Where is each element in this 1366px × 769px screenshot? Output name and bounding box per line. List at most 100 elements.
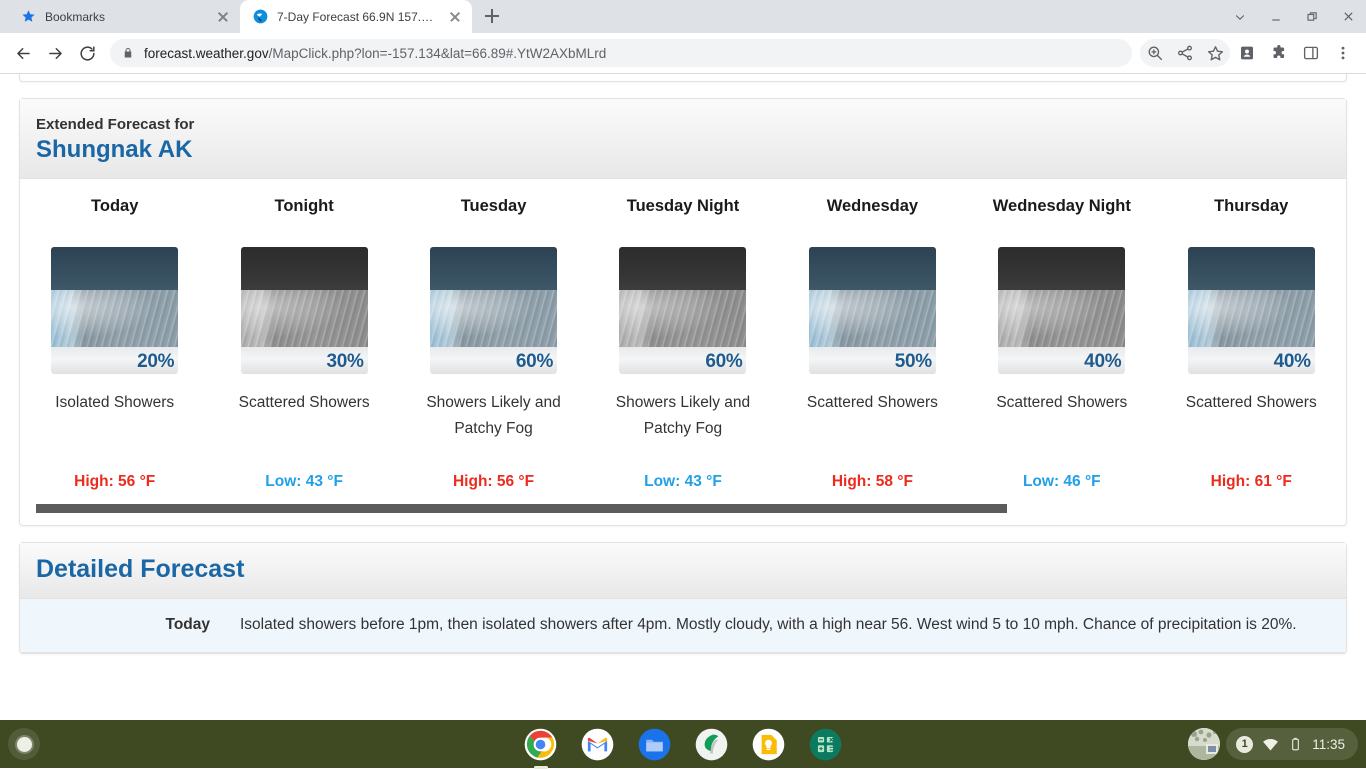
- weather-icon: 50%: [809, 247, 936, 374]
- extensions-icon[interactable]: [1264, 38, 1294, 68]
- tab-forecast[interactable]: 7-Day Forecast 66.9N 157.11W: [240, 0, 472, 33]
- spacer: [19, 82, 1347, 98]
- side-panel-icon[interactable]: [1296, 38, 1326, 68]
- forecast-temperature: Low: 43 °F: [644, 472, 722, 492]
- extended-forecast-subtitle: Extended Forecast for: [36, 113, 1330, 136]
- weather-icon: 60%: [619, 247, 746, 374]
- browser-toolbar: forecast.weather.gov/MapClick.php?lon=-1…: [0, 33, 1366, 74]
- scrollbar-track[interactable]: [36, 504, 1330, 513]
- bookmark-star-icon[interactable]: [1200, 38, 1230, 68]
- address-bar[interactable]: forecast.weather.gov/MapClick.php?lon=-1…: [110, 39, 1132, 67]
- star-icon: [20, 9, 36, 25]
- weather-icon: 20%: [51, 247, 178, 374]
- wifi-icon[interactable]: [1262, 736, 1279, 753]
- clock[interactable]: 11:35: [1312, 737, 1345, 752]
- forecast-description: Isolated Showers: [55, 390, 174, 468]
- reload-icon[interactable]: [72, 38, 102, 68]
- extended-forecast-header: Extended Forecast for Shungnak AK: [20, 99, 1346, 179]
- precip-percent: 40%: [1274, 349, 1311, 374]
- page-viewport[interactable]: Extended Forecast for Shungnak AK Today …: [0, 74, 1366, 720]
- chevron-down-icon[interactable]: [1222, 0, 1258, 33]
- gmail-icon[interactable]: [581, 728, 614, 761]
- launcher-button[interactable]: [8, 728, 40, 760]
- reading-mode-icon[interactable]: [1232, 38, 1262, 68]
- tab-title: Bookmarks: [45, 10, 206, 24]
- tab-bookmarks[interactable]: Bookmarks: [8, 0, 240, 33]
- extended-forecast-panel: Extended Forecast for Shungnak AK Today …: [19, 98, 1347, 526]
- forecast-day-label: Thursday: [1214, 193, 1288, 245]
- weather-icon: 40%: [998, 247, 1125, 374]
- chrome-icon[interactable]: [524, 728, 557, 761]
- detailed-forecast-title: Detailed Forecast: [36, 555, 1330, 584]
- minimize-icon[interactable]: [1258, 0, 1294, 33]
- forecast-day-label: Wednesday Night: [993, 193, 1131, 245]
- chrome-menu-icon[interactable]: [1328, 38, 1358, 68]
- omnibox-actions: [1140, 39, 1230, 67]
- shelf-apps: [524, 728, 842, 761]
- clipped-panel-above: [19, 74, 1347, 82]
- forecast-card[interactable]: Wednesday Night 40% Scattered Showers Lo…: [967, 193, 1156, 492]
- status-area[interactable]: 1 11:35: [1226, 728, 1358, 760]
- green-app-icon[interactable]: [695, 728, 728, 761]
- toolbar-right: [1232, 38, 1358, 68]
- detailed-period-label: Today: [42, 612, 240, 638]
- system-tray: 1 11:35: [1188, 728, 1358, 760]
- active-app-indicator: [534, 766, 548, 769]
- zoom-icon[interactable]: [1140, 38, 1170, 68]
- detailed-forecast-header: Detailed Forecast: [20, 543, 1346, 599]
- close-icon[interactable]: [1330, 0, 1366, 33]
- forecast-day-label: Wednesday: [827, 193, 918, 245]
- forecast-card[interactable]: Today 20% Isolated Showers High: 56 °F: [20, 193, 209, 492]
- forecast-description: Showers Likely and Patchy Fog: [594, 390, 771, 468]
- back-arrow-icon[interactable]: [8, 38, 38, 68]
- forecast-carousel[interactable]: Today 20% Isolated Showers High: 56 °F T…: [20, 179, 1346, 525]
- forecast-temperature: High: 56 °F: [453, 472, 534, 492]
- forecast-card[interactable]: Wednesday 50% Scattered Showers High: 58…: [778, 193, 967, 492]
- address-bar-url: forecast.weather.gov/MapClick.php?lon=-1…: [144, 46, 606, 61]
- forecast-description: Scattered Showers: [239, 390, 370, 468]
- keep-icon[interactable]: [752, 728, 785, 761]
- forecast-card[interactable]: Tonight 30% Scattered Showers Low: 43 °F: [209, 193, 398, 492]
- window-controls: [1222, 0, 1366, 33]
- files-icon[interactable]: [638, 728, 671, 761]
- forecast-card[interactable]: Thursday 40% Scattered Showers High: 61 …: [1157, 193, 1346, 492]
- forecast-scrollbar[interactable]: [20, 498, 1346, 525]
- close-icon[interactable]: [215, 9, 231, 25]
- weather-icon: 30%: [241, 247, 368, 374]
- close-icon[interactable]: [447, 9, 463, 25]
- url-host: forecast.weather.gov: [144, 46, 269, 61]
- browser-window: Bookmarks 7-Day Forecast 66.9N 157.11W: [0, 0, 1366, 720]
- page-content: Extended Forecast for Shungnak AK Today …: [0, 74, 1366, 654]
- avatar[interactable]: [1188, 728, 1220, 760]
- notification-badge[interactable]: 1: [1236, 736, 1253, 753]
- new-tab-button[interactable]: [478, 2, 506, 30]
- url-path: /MapClick.php?lon=-157.134&lat=66.89#.Yt…: [269, 46, 607, 61]
- calculator-icon[interactable]: [809, 728, 842, 761]
- scrollbar-thumb[interactable]: [36, 504, 1007, 513]
- restore-icon[interactable]: [1294, 0, 1330, 33]
- forecast-description: Showers Likely and Patchy Fog: [405, 390, 582, 468]
- chromeos-shelf: 1 11:35: [0, 720, 1366, 768]
- precip-percent: 50%: [895, 349, 932, 374]
- weather-icon: 40%: [1188, 247, 1315, 374]
- precip-percent: 20%: [137, 349, 174, 374]
- location-name: Shungnak AK: [36, 136, 1330, 164]
- forecast-description: Scattered Showers: [807, 390, 938, 468]
- forward-arrow-icon[interactable]: [40, 38, 70, 68]
- battery-icon[interactable]: [1288, 737, 1303, 752]
- forecast-card[interactable]: Tuesday Night 60% Showers Likely and Pat…: [588, 193, 777, 492]
- forecast-temperature: High: 61 °F: [1211, 472, 1292, 492]
- forecast-day-label: Tuesday: [461, 193, 527, 245]
- forecast-description: Scattered Showers: [1186, 390, 1317, 468]
- forecast-card[interactable]: Tuesday 60% Showers Likely and Patchy Fo…: [399, 193, 588, 492]
- forecast-day-label: Today: [91, 193, 138, 245]
- forecast-description: Scattered Showers: [996, 390, 1127, 468]
- precip-percent: 60%: [705, 349, 742, 374]
- detailed-forecast-panel: Detailed Forecast Today Isolated showers…: [19, 542, 1347, 654]
- share-icon[interactable]: [1170, 38, 1200, 68]
- launcher-icon: [17, 737, 32, 752]
- lock-icon: [122, 47, 134, 59]
- forecast-temperature: High: 58 °F: [832, 472, 913, 492]
- forecast-day-label: Tonight: [275, 193, 334, 245]
- forecast-temperature: Low: 46 °F: [1023, 472, 1101, 492]
